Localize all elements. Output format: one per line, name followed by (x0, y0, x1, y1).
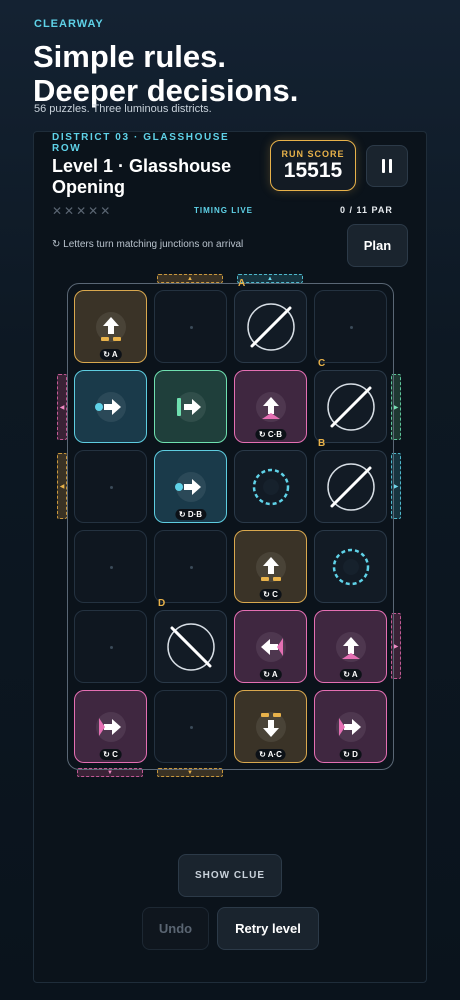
junction-tag: ↻ A (99, 349, 122, 360)
plan-button[interactable]: Plan (347, 224, 408, 267)
edge-marker-top[interactable]: ▲ (157, 274, 223, 283)
board-cell[interactable]: ↻ A (314, 610, 387, 683)
mirror-forward-icon (327, 383, 375, 431)
retry-level-button[interactable]: Retry level (217, 907, 319, 950)
mirror-forward-icon (247, 303, 295, 351)
edge-marker-left[interactable]: ◀ (57, 453, 67, 519)
pause-icon-bar (382, 159, 385, 173)
junction-tag: ↻ A (259, 669, 282, 680)
board-cell[interactable] (154, 290, 227, 363)
hint-text: ↻ Letters turn matching junctions on arr… (52, 239, 244, 250)
brand-label: CLEARWAY (34, 18, 104, 30)
timing-status: TIMING LIVE (194, 206, 253, 215)
edge-marker-top[interactable]: ▲ (237, 274, 303, 283)
level-title: Level 1 · Glasshouse Opening (52, 156, 232, 197)
undo-button[interactable]: Undo (142, 907, 209, 950)
edge-marker-left[interactable]: ◀ (57, 374, 67, 440)
board-cell[interactable] (314, 290, 387, 363)
board-cell[interactable] (234, 450, 307, 523)
board-cell[interactable]: ↻ C·B (234, 370, 307, 443)
junction-letter: B (318, 438, 326, 449)
board-cell[interactable]: C (314, 358, 387, 443)
star-rating: ✕✕✕✕✕ (52, 204, 113, 218)
board-cell[interactable]: ↻ A·C (234, 690, 307, 763)
board-cell[interactable] (74, 530, 147, 603)
par-counter: 0 / 11 PAR (340, 205, 393, 215)
headline-line-1: Simple rules. (33, 39, 226, 74)
junction-tag: ↻ C (99, 749, 122, 760)
board-cell[interactable] (154, 530, 227, 603)
gate-right-icon (176, 392, 206, 422)
board-cell[interactable] (314, 530, 387, 603)
board-cell[interactable]: ↻ C (74, 690, 147, 763)
mirror-back-icon (167, 623, 215, 671)
junction-tag: ↻ A·C (255, 749, 286, 760)
board-cell[interactable] (74, 610, 147, 683)
pause-icon-bar (389, 159, 392, 173)
mirror-forward-icon (327, 463, 375, 511)
target-ring-icon (252, 468, 290, 506)
junction-tag: ↻ C (259, 589, 282, 600)
junction-letter: D (158, 598, 166, 609)
board-cell[interactable]: ↻ D·B (154, 450, 227, 523)
board-cell[interactable]: D (154, 598, 227, 683)
junction-tag: ↻ D·B (174, 509, 207, 520)
board-cell[interactable]: ↻ A (74, 290, 147, 363)
board-cell[interactable]: ↻ C (234, 530, 307, 603)
junction-tag: ↻ C·B (254, 429, 287, 440)
show-clue-button[interactable]: SHOW CLUE (178, 854, 282, 897)
junction-letter: C (318, 358, 326, 369)
junction-tag: ↻ D (339, 749, 362, 760)
board-cell[interactable] (154, 690, 227, 763)
board-cell[interactable]: A (234, 278, 307, 363)
board-cell[interactable] (74, 450, 147, 523)
district-label: DISTRICT 03 · GLASSHOUSE ROW (52, 132, 230, 154)
run-score-badge: RUN SCORE 15515 (270, 140, 356, 191)
board-cell[interactable]: B (314, 438, 387, 523)
board-cell[interactable] (74, 370, 147, 443)
board-cell[interactable] (154, 370, 227, 443)
game-card: DISTRICT 03 · GLASSHOUSE ROW Level 1 · G… (33, 131, 427, 983)
target-ring-icon (332, 548, 370, 586)
score-label: RUN SCORE (281, 149, 345, 159)
score-value: 15515 (283, 159, 343, 182)
hero-subline: 56 puzzles. Three luminous districts. (34, 103, 212, 115)
puzzle-board: ↻ A A ↻ C·B C ↻ D·B B ↻ C D ↻ A ↻ A ↻ C ↻ A·C ↻ D (67, 278, 394, 770)
source-right-icon (95, 392, 126, 422)
board-cell[interactable]: ↻ A (234, 610, 307, 683)
junction-tag: ↻ A (339, 669, 362, 680)
junction-letter: A (238, 278, 246, 289)
hero-headline: Simple rules. Deeper decisions. (33, 40, 298, 108)
pause-button[interactable] (366, 145, 408, 187)
board-cell[interactable]: ↻ D (314, 690, 387, 763)
